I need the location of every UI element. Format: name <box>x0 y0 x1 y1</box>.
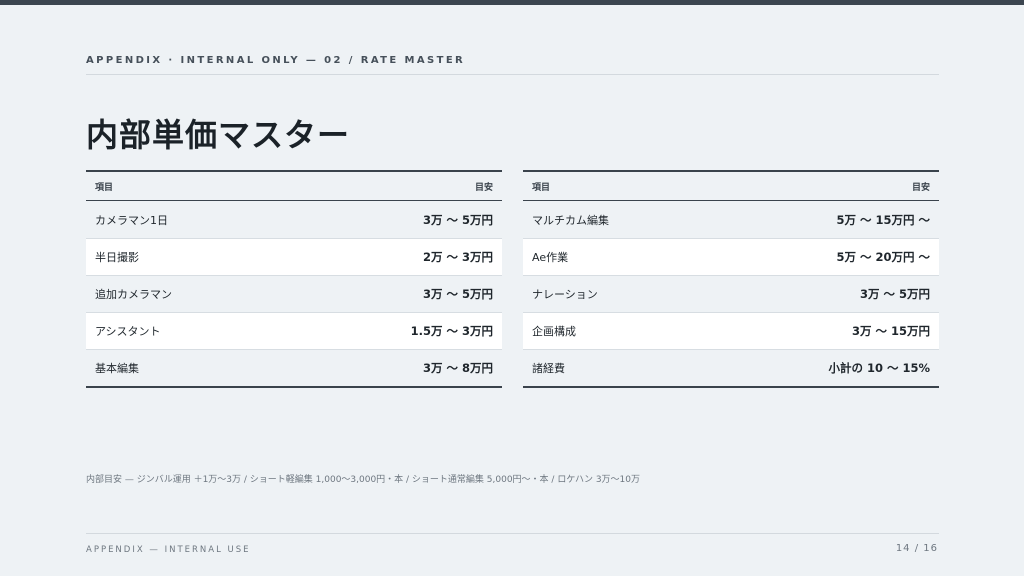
table-row: マルチカム編集 5万 〜 15万円 〜 <box>523 201 939 238</box>
row-value: 3万 〜 5万円 <box>859 287 930 301</box>
column-header-value: 目安 <box>474 182 493 193</box>
row-item: 追加カメラマン <box>95 288 172 301</box>
row-item: アシスタント <box>95 325 161 338</box>
row-value: 3万 〜 15万円 <box>851 324 930 338</box>
row-value: 3万 〜 5万円 <box>422 212 493 227</box>
row-value: 2万 〜 3万円 <box>422 250 493 264</box>
table-row: 基本編集 3万 〜 8万円 <box>86 349 502 386</box>
table-row: 諸経費 小計の 10 〜 15% <box>523 349 939 386</box>
table-header: 項目 目安 <box>86 172 502 201</box>
table-row: 半日撮影 2万 〜 3万円 <box>86 238 502 275</box>
table-row: Ae作業 5万 〜 20万円 〜 <box>523 238 939 275</box>
row-value: 3万 〜 8万円 <box>422 361 493 375</box>
table-header: 項目 目安 <box>523 172 939 201</box>
footnote: 内部目安 — ジンバル運用 ＋1万〜3万 / ショート軽編集 1,000〜3,0… <box>86 475 640 485</box>
footer-label: APPENDIX — INTERNAL USE <box>86 545 251 555</box>
row-item: Ae作業 <box>532 251 569 264</box>
row-item: ナレーション <box>532 288 598 301</box>
rate-table-left: 項目 目安 カメラマン1日 3万 〜 5万円 半日撮影 2万 〜 3万円 追加カ… <box>86 170 502 388</box>
table-row: 企画構成 3万 〜 15万円 <box>523 312 939 349</box>
row-item: 半日撮影 <box>95 251 139 264</box>
row-value: 5万 〜 15万円 〜 <box>836 212 930 227</box>
table-row: 追加カメラマン 3万 〜 5万円 <box>86 275 502 312</box>
row-item: 企画構成 <box>532 325 576 338</box>
row-value: 小計の 10 〜 15% <box>828 361 930 375</box>
column-header-item: 項目 <box>532 182 551 193</box>
row-value: 5万 〜 20万円 〜 <box>836 250 930 264</box>
section-header: APPENDIX · INTERNAL ONLY — 02 / RATE MAS… <box>86 55 466 66</box>
table-row: アシスタント 1.5万 〜 3万円 <box>86 312 502 349</box>
row-item: マルチカム編集 <box>532 213 609 227</box>
page-number: 14 / 16 <box>895 543 938 554</box>
table-row: ナレーション 3万 〜 5万円 <box>523 275 939 312</box>
table-row: カメラマン1日 3万 〜 5万円 <box>86 201 502 238</box>
top-accent-bar <box>0 0 1024 5</box>
footer-divider <box>86 533 939 534</box>
row-item: 基本編集 <box>95 362 139 375</box>
row-value: 1.5万 〜 3万円 <box>410 324 493 338</box>
page-title: 内部単価マスター <box>86 116 351 154</box>
column-header-item: 項目 <box>95 182 114 193</box>
column-header-value: 目安 <box>911 182 930 193</box>
header-divider <box>86 74 939 75</box>
row-value: 3万 〜 5万円 <box>422 287 493 301</box>
rate-table-right: 項目 目安 マルチカム編集 5万 〜 15万円 〜 Ae作業 5万 〜 20万円… <box>523 170 939 388</box>
row-item: 諸経費 <box>532 362 565 375</box>
row-item: カメラマン1日 <box>95 213 168 227</box>
